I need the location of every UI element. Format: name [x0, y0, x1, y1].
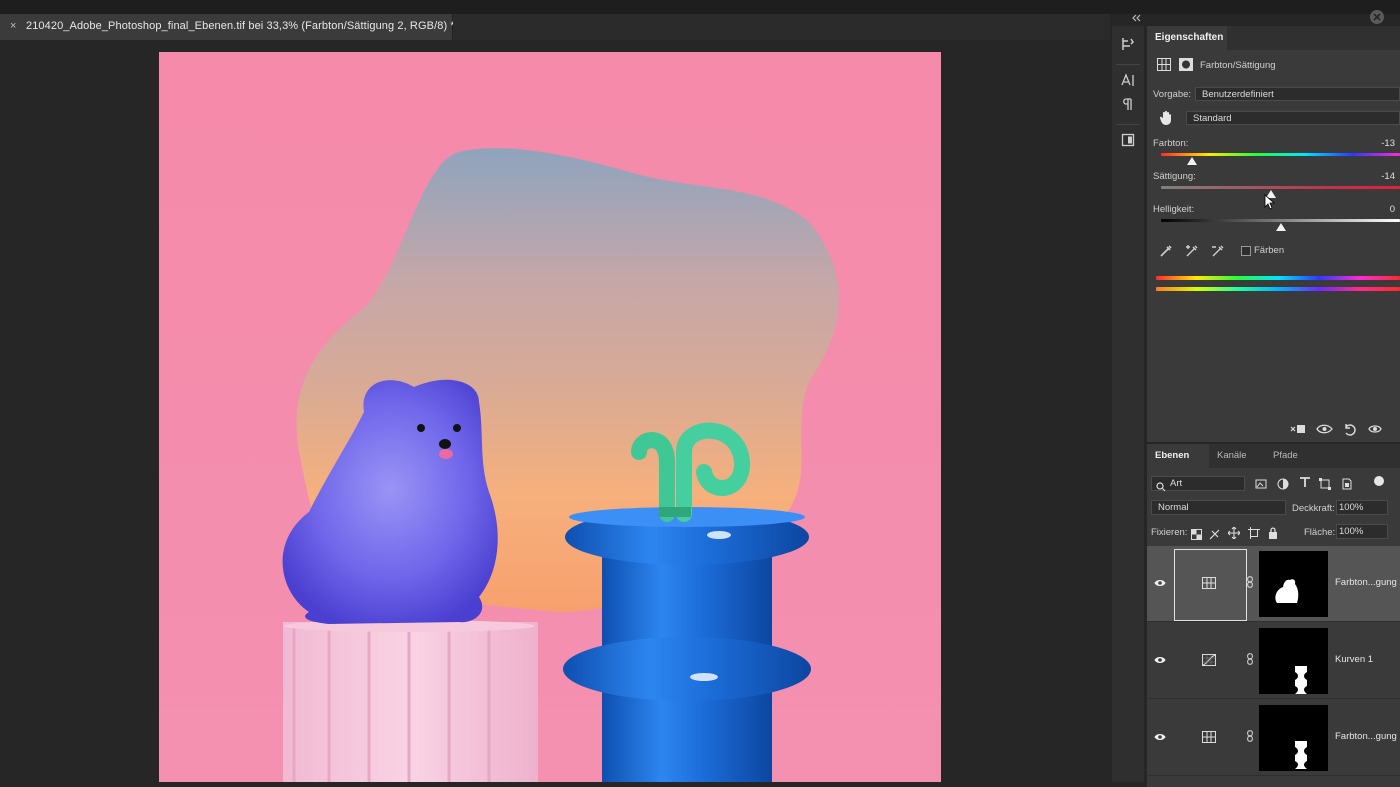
preset-dropdown[interactable]: Benutzerdefiniert — [1195, 87, 1400, 101]
layer-row[interactable]: Kurven 1 — [1147, 623, 1400, 699]
properties-panel: Eigenschaften Farbton/Sättigung Vorgabe:… — [1147, 26, 1400, 442]
collapse-panels-icon[interactable] — [1131, 14, 1141, 25]
top-menu-strip — [0, 0, 1400, 14]
layer-mask-thumbnail[interactable] — [1259, 551, 1328, 617]
layer-name[interactable]: Farbton...gung 2 — [1335, 577, 1400, 588]
lightness-slider-thumb[interactable] — [1275, 223, 1286, 231]
visibility-eye-icon[interactable] — [1154, 578, 1166, 591]
colorize-checkbox[interactable] — [1241, 246, 1251, 256]
layers-panel: Ebenen Kanäle Pfade Art Normal Deckkraft… — [1147, 444, 1400, 787]
hue-saturation-adjustment-icon — [1202, 576, 1216, 589]
targeted-adjustment-hand-icon[interactable] — [1159, 110, 1173, 125]
colorize-label: Färben — [1254, 245, 1285, 256]
tab-paths[interactable]: Pfade — [1265, 444, 1315, 468]
adjustment-type-label: Farbton/Sättigung — [1200, 60, 1276, 71]
preset-label: Vorgabe: — [1153, 89, 1192, 100]
tab-layers[interactable]: Ebenen — [1147, 444, 1209, 468]
toggle-visibility-icon[interactable] — [1367, 423, 1383, 437]
tab-channels[interactable]: Kanäle — [1209, 444, 1265, 468]
mask-link-icon[interactable] — [1247, 653, 1253, 668]
panel-icon-strip — [1112, 26, 1144, 782]
mask-link-icon[interactable] — [1247, 576, 1253, 591]
fill-label: Fläche: — [1304, 527, 1336, 538]
lock-image-icon[interactable] — [1209, 527, 1220, 545]
libraries-icon[interactable] — [1119, 132, 1137, 150]
eyedropper-subtract-icon[interactable] — [1211, 244, 1225, 258]
clip-to-layer-icon[interactable] — [1290, 423, 1306, 437]
filter-pixel-icon[interactable] — [1255, 477, 1267, 495]
eyedropper-add-icon[interactable] — [1185, 244, 1199, 258]
hue-value[interactable]: -13 — [1347, 138, 1395, 149]
character-icon[interactable] — [1119, 72, 1137, 90]
hue-label: Farbton: — [1153, 138, 1189, 149]
filter-adjustment-icon[interactable] — [1277, 477, 1289, 495]
document-canvas[interactable] — [159, 52, 941, 782]
tab-properties[interactable]: Eigenschaften — [1147, 26, 1227, 50]
filter-smartobject-icon[interactable] — [1340, 477, 1352, 495]
mask-link-icon[interactable] — [1247, 730, 1253, 745]
tab-bar — [453, 14, 1110, 40]
artwork-image — [159, 52, 941, 782]
opacity-input[interactable]: 100% — [1336, 500, 1388, 515]
adjustment-layer-icon[interactable] — [1157, 58, 1171, 71]
layer-row[interactable]: Farbton...gung 2 — [1147, 546, 1400, 622]
layer-mask-thumbnail[interactable] — [1259, 705, 1328, 771]
document-tab-title[interactable]: 210420_Adobe_Photoshop_final_Ebenen.tif … — [26, 20, 455, 32]
lock-transparent-icon[interactable] — [1191, 527, 1202, 545]
eyedropper-icon[interactable] — [1159, 244, 1173, 258]
saturation-label: Sättigung: — [1153, 171, 1196, 182]
blend-mode-dropdown[interactable]: Normal — [1151, 500, 1286, 515]
filter-toggle-icon[interactable] — [1374, 476, 1384, 486]
opacity-label: Deckkraft: — [1292, 503, 1335, 514]
document-tab[interactable]: × 210420_Adobe_Photoshop_final_Ebenen.ti… — [0, 14, 455, 40]
lock-label: Fixieren: — [1151, 527, 1188, 538]
layer-row[interactable]: Farbton...gung 1 — [1147, 700, 1400, 776]
output-spectrum-bar — [1156, 287, 1400, 291]
hue-slider-thumb[interactable] — [1187, 157, 1198, 165]
fill-input[interactable]: 100% — [1336, 524, 1388, 539]
close-panel-icon[interactable] — [1370, 10, 1384, 24]
lock-all-icon[interactable] — [1268, 526, 1278, 544]
curves-adjustment-icon — [1202, 653, 1216, 666]
hue-slider-track[interactable] — [1161, 153, 1400, 156]
close-tab-icon[interactable]: × — [10, 20, 16, 32]
layer-name[interactable]: Farbton...gung 1 — [1335, 731, 1400, 742]
layers-panel-tabs: Ebenen Kanäle Pfade — [1147, 444, 1400, 468]
visibility-eye-icon[interactable] — [1154, 655, 1166, 668]
input-spectrum-bar — [1156, 276, 1400, 280]
channel-dropdown[interactable]: Standard — [1186, 111, 1400, 125]
paragraph-icon[interactable] — [1119, 96, 1137, 114]
lightness-value[interactable]: 0 — [1347, 204, 1395, 215]
mask-icon[interactable] — [1179, 58, 1193, 71]
lock-position-icon[interactable] — [1227, 526, 1241, 544]
saturation-value[interactable]: -14 — [1347, 171, 1395, 182]
layer-name[interactable]: Kurven 1 — [1335, 654, 1373, 665]
hue-saturation-adjustment-icon — [1202, 730, 1216, 743]
layer-mask-thumbnail[interactable] — [1259, 628, 1328, 694]
filter-shape-icon[interactable] — [1319, 477, 1331, 495]
properties-panel-header: Eigenschaften — [1147, 26, 1400, 50]
lock-artboard-icon[interactable] — [1248, 526, 1260, 544]
reset-icon[interactable] — [1342, 423, 1358, 437]
saturation-slider-track[interactable] — [1161, 186, 1400, 189]
mouse-cursor-icon — [1264, 194, 1276, 215]
view-previous-state-icon[interactable] — [1316, 423, 1333, 437]
visibility-eye-icon[interactable] — [1154, 732, 1166, 745]
filter-type-icon[interactable] — [1299, 476, 1311, 491]
lightness-slider-track[interactable] — [1161, 219, 1400, 222]
search-icon — [1156, 479, 1166, 497]
adjust-properties-icon[interactable] — [1119, 36, 1137, 54]
lightness-label: Helligkeit: — [1153, 204, 1195, 215]
